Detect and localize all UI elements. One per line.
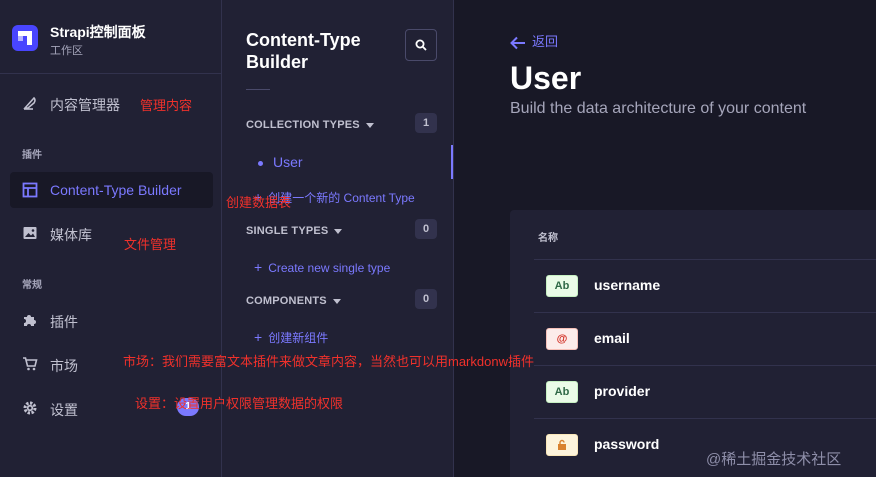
nav-item-plugins[interactable]: 插件 — [10, 302, 213, 338]
brand-title: Strapi控制面板 — [50, 24, 146, 40]
fields-table: 名称 Ab username @ email Ab provider password — [510, 210, 876, 477]
field-name: password — [594, 436, 660, 452]
image-icon — [23, 227, 37, 239]
field-type-badge — [546, 434, 578, 456]
annotation-settings: 设置：设置用户权限管理数据的权限 — [135, 396, 344, 411]
table-header-name: 名称 — [538, 233, 558, 244]
nav-item-label: Content-Type Builder — [50, 182, 182, 198]
annotation-market: 市场：我们需要富文本插件来做文章内容，当然也可以用markdonw插件 — [123, 354, 534, 369]
panel-scrollbar[interactable] — [451, 145, 453, 179]
brand-header: Strapi控制面板 工作区 — [0, 0, 222, 74]
table-row[interactable]: @ email — [534, 312, 876, 365]
caret-down-icon — [334, 228, 343, 234]
field-name: email — [594, 330, 630, 346]
single-types-toggle[interactable]: SINGLE TYPES — [246, 225, 343, 237]
create-component-link[interactable]: + 创建新组件 — [254, 329, 328, 346]
annotation-ctb: 创建数据表 — [226, 195, 292, 210]
puzzle-icon — [24, 315, 36, 326]
watermark: @稀土掘金技术社区 — [706, 451, 842, 468]
table-row[interactable]: Ab username — [534, 259, 876, 312]
field-type-badge: Ab — [546, 275, 578, 297]
bullet-icon — [258, 160, 263, 166]
single-types-count: 0 — [415, 219, 437, 239]
field-type-badge: @ — [546, 328, 578, 350]
components-toggle[interactable]: COMPONENTS — [246, 295, 341, 307]
annotation-content-manager: 管理内容 — [140, 98, 193, 113]
brand-subtitle: 工作区 — [50, 45, 83, 57]
search-button[interactable] — [405, 29, 437, 61]
main-content: 返回 User Build the data architecture of y… — [454, 0, 876, 477]
strapi-admin-window: Strapi控制面板 工作区 内容管理器 插件 Content-Type Bui… — [0, 0, 876, 477]
nav-item-label: 设置 — [50, 402, 78, 418]
plus-icon: + — [254, 329, 263, 345]
collection-types-count: 1 — [415, 113, 437, 133]
field-name: provider — [594, 383, 651, 399]
nav-item-content-type-builder[interactable]: Content-Type Builder — [10, 172, 213, 208]
annotation-media: 文件管理 — [124, 237, 177, 252]
create-single-type-link[interactable]: + Create new single type — [254, 259, 390, 275]
feather-icon — [23, 96, 36, 110]
shopping-cart-icon — [23, 357, 38, 371]
caret-down-icon — [332, 298, 341, 304]
collection-type-item-user[interactable]: User — [258, 154, 303, 170]
field-type-badge: Ab — [546, 381, 578, 403]
lock-icon — [558, 439, 566, 450]
components-count: 0 — [415, 289, 437, 309]
gear-icon — [23, 401, 37, 415]
back-link[interactable]: 返回 — [510, 31, 558, 50]
table-row[interactable]: Ab provider — [534, 365, 876, 418]
layout-icon — [22, 182, 38, 198]
nav-item-label: 插件 — [50, 314, 78, 330]
nav-item-label: 内容管理器 — [50, 97, 120, 113]
collection-types-toggle[interactable]: COLLECTION TYPES — [246, 119, 374, 131]
nav-item-label: 市场 — [50, 358, 78, 374]
caret-down-icon — [365, 122, 374, 128]
arrow-left-icon — [510, 36, 525, 49]
plus-icon: + — [254, 259, 263, 275]
nav-item-media-library[interactable]: 媒体库 — [10, 215, 213, 251]
page-title: User — [510, 60, 582, 96]
strapi-logo-icon — [12, 25, 38, 51]
page-subtitle: Build the data architecture of your cont… — [510, 100, 807, 117]
panel-divider — [246, 89, 270, 90]
nav-item-label: 媒体库 — [50, 227, 92, 243]
nav-section-general: 常规 — [22, 280, 42, 291]
panel-title: Content-Type Builder — [246, 30, 361, 72]
nav-section-plugins: 插件 — [22, 150, 42, 161]
field-name: username — [594, 277, 661, 293]
search-icon — [415, 39, 427, 51]
